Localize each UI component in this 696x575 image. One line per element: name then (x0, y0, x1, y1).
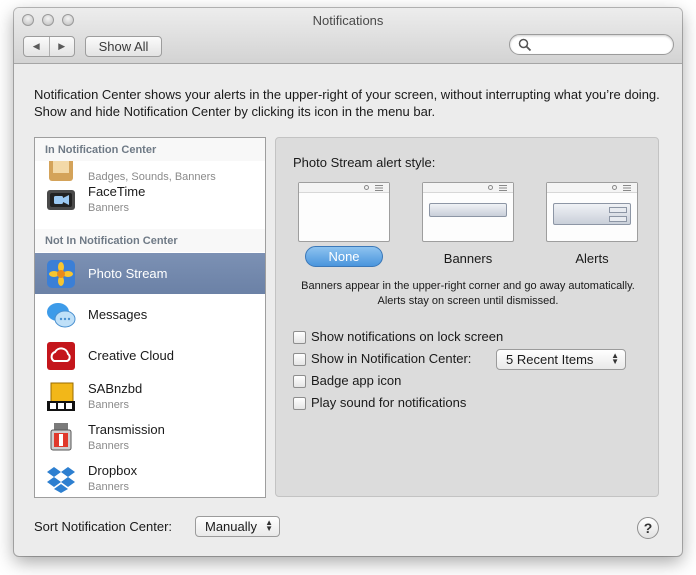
play-sound-label[interactable]: Play sound for notifications (311, 395, 466, 410)
list-item-name: Transmission (88, 422, 165, 437)
list-item-name: SABnzbd (88, 381, 143, 396)
help-button[interactable]: ? (637, 517, 659, 539)
alert-style-none-button[interactable]: None (305, 246, 383, 267)
app-list[interactable]: Badges, Sounds, Banners In Notification … (34, 137, 266, 498)
list-item-creative-cloud[interactable]: Creative Cloud (35, 335, 265, 376)
sort-popup[interactable]: Manually ▲ ▼ (195, 516, 280, 537)
list-icon (623, 185, 631, 191)
lock-screen-checkbox[interactable] (293, 331, 306, 344)
alert-style-alerts-preview[interactable] (546, 182, 638, 242)
back-button[interactable]: ◀ (24, 37, 49, 56)
chevron-left-icon: ◀ (32, 41, 40, 51)
section-header-not-in-notification-center: Not In Notification Center (35, 229, 265, 252)
search-icon (612, 185, 617, 190)
alert-sample (553, 203, 631, 225)
list-item-name: Creative Cloud (88, 348, 174, 363)
list-item-name: Photo Stream (88, 266, 168, 281)
sabnzbd-icon (47, 382, 75, 411)
alert-style-banners-label[interactable]: Banners (422, 251, 514, 266)
transmission-icon (50, 423, 72, 451)
updown-arrows-icon: ▲ ▼ (265, 518, 273, 533)
list-item-dropbox[interactable]: Dropbox Banners (35, 458, 265, 497)
show-all-button[interactable]: Show All (85, 36, 162, 57)
creative-cloud-icon (47, 342, 75, 370)
description-text: Notification Center shows your alerts in… (34, 87, 660, 119)
list-item-sabnzbd[interactable]: SABnzbd Banners (35, 376, 265, 417)
list-item-name: FaceTime (88, 184, 146, 199)
list-item-transmission[interactable]: Transmission Banners (35, 417, 265, 458)
search-icon (488, 185, 493, 190)
chevron-right-icon: ▶ (58, 41, 66, 51)
search-icon (518, 38, 532, 52)
list-icon (375, 185, 383, 191)
alert-style-banners-preview[interactable] (422, 182, 514, 242)
messages-icon (47, 303, 76, 328)
dropbox-icon (47, 467, 75, 493)
list-item-subtitle: Banners (88, 440, 129, 452)
preferences-window: Notifications ◀ ▶ Show All Notification … (14, 8, 682, 556)
list-icon (499, 185, 507, 191)
list-item-name: Dropbox (88, 463, 138, 478)
list-item-facetime[interactable]: FaceTime Banners (35, 179, 265, 220)
facetime-icon (47, 190, 75, 210)
list-item-subtitle: Banners (88, 202, 129, 214)
back-forward-control: ◀ ▶ (23, 36, 75, 57)
list-item-subtitle: Banners (88, 481, 129, 493)
alert-style-none-preview[interactable] (298, 182, 390, 242)
play-sound-checkbox[interactable] (293, 397, 306, 410)
alert-style-label: Photo Stream alert style: (293, 155, 436, 170)
sort-value: Manually (205, 519, 258, 534)
recent-items-popup[interactable]: 5 Recent Items ▲ ▼ (496, 349, 626, 370)
updown-arrows-icon: ▲ ▼ (611, 351, 619, 366)
list-item-messages[interactable]: Messages (35, 294, 265, 335)
search-field[interactable] (509, 34, 674, 55)
list-item-photo-stream[interactable]: Photo Stream (35, 253, 265, 294)
banner-sample (429, 203, 507, 217)
photo-stream-icon (47, 260, 75, 288)
badge-icon-checkbox[interactable] (293, 375, 306, 388)
section-header-in-notification-center: In Notification Center (35, 138, 265, 161)
window-title: Notifications (312, 13, 384, 28)
alert-style-note: Banners appear in the upper-right corner… (301, 280, 635, 307)
show-in-center-label[interactable]: Show in Notification Center: (311, 351, 471, 366)
forward-button[interactable]: ▶ (48, 37, 75, 56)
badge-icon-label[interactable]: Badge app icon (311, 373, 401, 388)
recent-items-value: 5 Recent Items (506, 352, 594, 367)
search-icon (364, 185, 369, 190)
settings-panel: Photo Stream alert style: None Banners A… (275, 137, 659, 497)
sort-label: Sort Notification Center: (34, 519, 173, 534)
list-item-name: Messages (88, 307, 148, 322)
show-in-center-checkbox[interactable] (293, 353, 306, 366)
alert-style-alerts-label[interactable]: Alerts (546, 251, 638, 266)
title-bar: Notifications ◀ ▶ Show All (14, 8, 682, 64)
lock-screen-label[interactable]: Show notifications on lock screen (311, 329, 503, 344)
list-item-subtitle: Banners (88, 399, 129, 411)
